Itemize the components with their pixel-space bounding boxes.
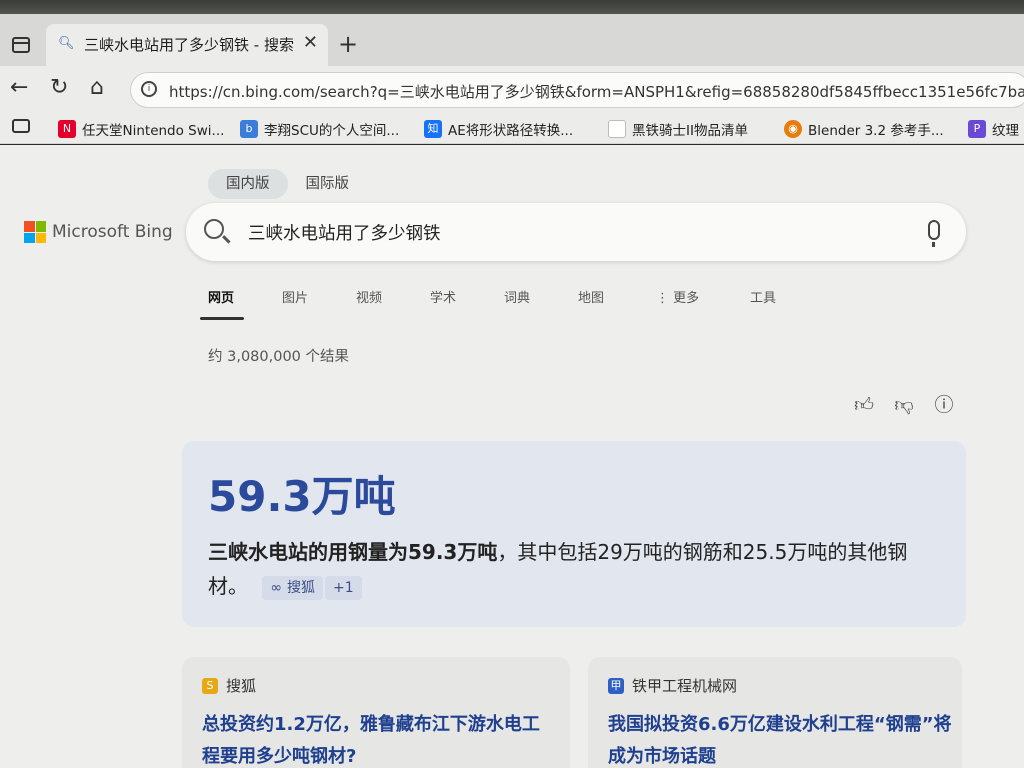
card-source: S 搜狐 [202,675,256,696]
results-count: 约 3,080,000 个结果 [208,349,350,365]
tab-academic[interactable]: 学术 [430,287,456,306]
search-input[interactable]: 三峡水电站用了多少钢铁 [186,203,966,261]
tab-strip: 🔍︎ 三峡水电站用了多少钢铁 - 搜索 ✕ + [0,14,1024,66]
link-icon: ∞ [270,579,283,596]
bing-results-page: 国内版 国际版 Microsoft Bing 三峡水电站用了多少钢铁 网页 图片… [0,145,1024,768]
card-title[interactable]: 总投资约1.2万亿，雅鲁藏布江下游水电工程要用多少吨钢材? [202,709,552,768]
bookmark-item[interactable]: b 李翔SCU的个人空间... [240,119,399,139]
tab-videos[interactable]: 视频 [356,287,382,306]
thumbs-up-icon[interactable]: 👍︎ [852,393,876,417]
tiejia-icon: 甲 [608,677,624,694]
result-card[interactable]: 甲 铁甲工程机械网 我国拟投资6.6万亿建设水利工程“钢需”将成为市场话题 [588,657,962,768]
bing-logo[interactable]: Microsoft Bing [24,221,173,243]
search-tab-icon: 🔍︎ [58,36,75,51]
result-card[interactable]: S 搜狐 总投资约1.2万亿，雅鲁藏布江下游水电工程要用多少吨钢材? [182,657,570,768]
home-icon[interactable]: ⌂ [90,76,104,100]
address-bar[interactable]: i https://cn.bing.com/search?q=三峡水电站用了多少… [130,72,1024,108]
bookmarks-bar: N 任天堂Nintendo Swi... b 李翔SCU的个人空间... 知 A… [0,114,1024,144]
more-dots-icon: ⋮ [656,291,674,306]
url-text: https://cn.bing.com/search?q=三峡水电站用了多少钢铁… [169,83,1024,101]
bilibili-icon: b [240,120,258,138]
zhihu-icon: 知 [424,120,442,138]
bookmarks-menu-icon[interactable] [12,119,30,133]
search-query: 三峡水电站用了多少钢铁 [248,224,441,244]
new-tab-button[interactable]: + [338,32,358,56]
tab-images[interactable]: 图片 [282,287,308,306]
bookmark-label: 李翔SCU的个人空间... [264,123,400,139]
folder-icon [12,119,30,133]
screen-bezel [0,0,1024,14]
bookmark-label: 任天堂Nintendo Swi... [82,123,225,139]
bookmark-item[interactable]: P 纹理 [968,119,1019,139]
card-title[interactable]: 我国拟投资6.6万亿建设水利工程“钢需”将成为市场话题 [608,709,958,768]
microsoft-logo-icon [24,221,46,243]
bookmark-item[interactable]: 知 AE将形状路径转换... [424,119,573,139]
tab-active[interactable]: 🔍︎ 三峡水电站用了多少钢铁 - 搜索 ✕ [46,24,328,66]
bookmark-item[interactable]: N 任天堂Nintendo Swi... [58,119,224,139]
answer-card: 59.3万吨 三峡水电站的用钢量为59.3万吨，其中包括29万吨的钢筋和25.5… [182,441,966,627]
texture-icon: P [968,120,986,138]
tab-maps[interactable]: 地图 [578,287,604,306]
citation-link[interactable]: ∞ 搜狐 [262,575,324,600]
navigation-bar: ← ↻ ⌂ i https://cn.bing.com/search?q=三峡水… [0,66,1024,114]
refresh-icon[interactable]: ↻ [50,76,68,100]
tab-tools[interactable]: 工具 [750,287,776,306]
tab-title: 三峡水电站用了多少钢铁 - 搜索 [84,36,294,54]
citation-more[interactable]: +1 [325,575,362,600]
bookmark-label: AE将形状路径转换... [448,123,574,139]
bookmark-label: 黑铁骑士II物品清单 [632,123,748,139]
tab-dictionary[interactable]: 词典 [504,287,530,306]
tab-more[interactable]: ⋮ 更多 [656,287,699,306]
tab-actions-icon[interactable] [12,37,30,53]
thumbs-down-icon[interactable]: 👎︎ [892,393,916,417]
bookmark-item[interactable]: 黑铁骑士II物品清单 [608,119,748,139]
info-icon[interactable]: ⓘ [932,393,956,417]
answer-bold-text: 三峡水电站的用钢量为59.3万吨 [208,540,498,564]
region-tab-international[interactable]: 国际版 [288,169,368,199]
card-source: 甲 铁甲工程机械网 [608,675,737,696]
logo-text: Microsoft Bing [52,222,173,242]
sohu-icon: S [202,677,218,694]
blender-icon: ◉ [784,120,802,138]
microphone-icon[interactable] [928,220,940,247]
answer-text: 三峡水电站的用钢量为59.3万吨，其中包括29万吨的钢筋和25.5万吨的其他钢材… [208,535,938,603]
bookmark-label: 纹理 [992,123,1019,139]
search-icon[interactable] [204,219,224,239]
region-tab-domestic[interactable]: 国内版 [208,169,288,199]
page-icon [608,120,626,138]
bookmark-item[interactable]: ◉ Blender 3.2 参考手... [784,119,944,139]
site-info-icon[interactable]: i [141,81,157,97]
active-tab-indicator [200,317,244,320]
nintendo-icon: N [58,120,76,138]
bookmark-label: Blender 3.2 参考手... [808,123,944,139]
feedback-buttons: 👍︎ 👎︎ ⓘ [852,393,956,417]
close-icon[interactable]: ✕ [303,32,318,53]
tab-web[interactable]: 网页 [208,287,234,306]
back-icon[interactable]: ← [10,76,28,100]
region-switcher: 国内版 国际版 [208,169,367,199]
answer-headline: 59.3万吨 [208,472,396,521]
